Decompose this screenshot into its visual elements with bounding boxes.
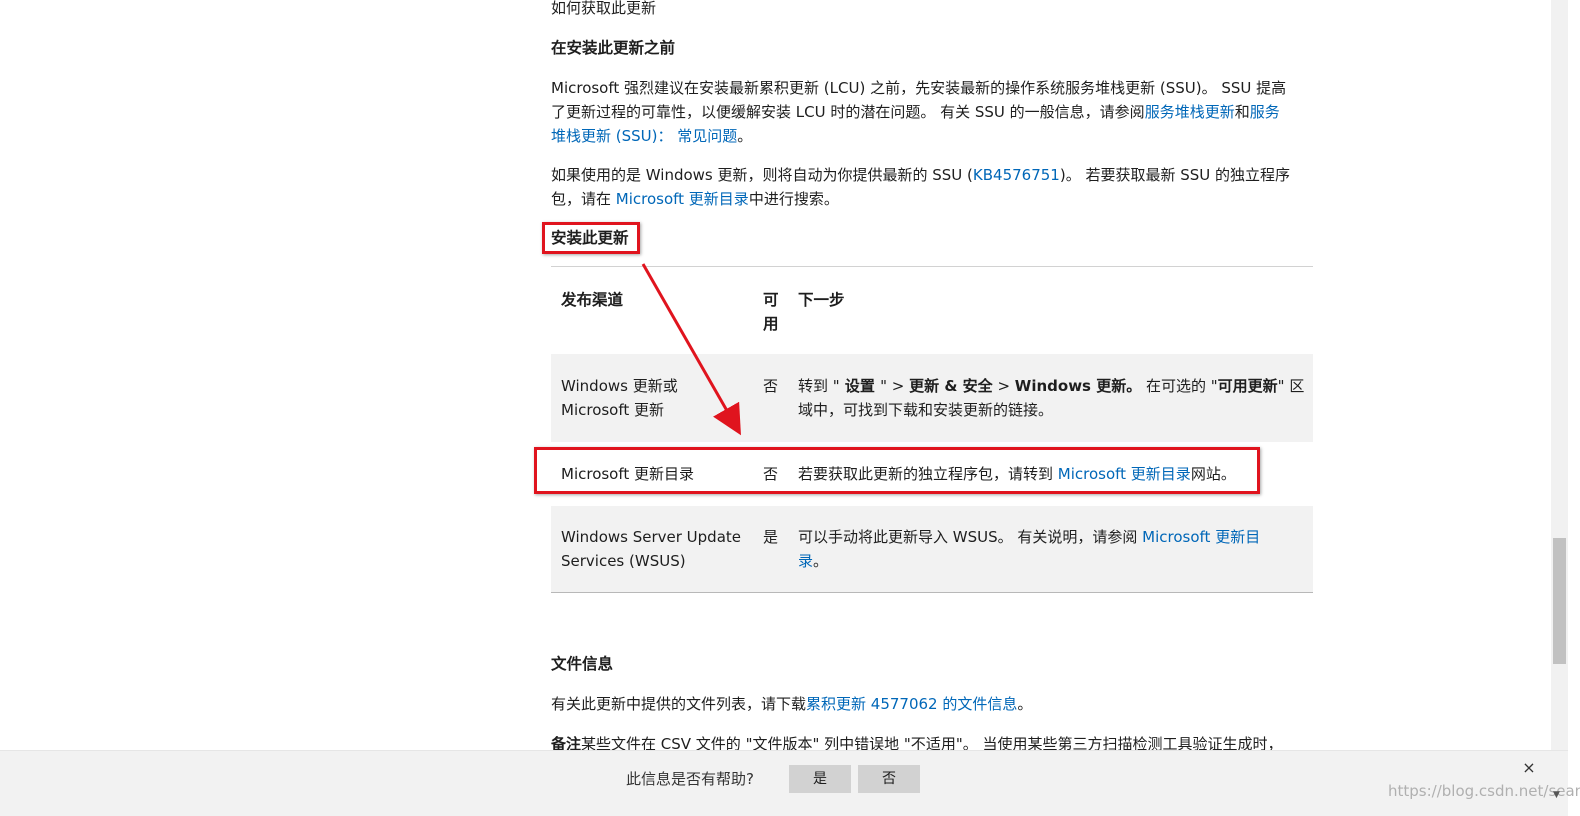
- scrollbar-thumb[interactable]: [1553, 538, 1566, 664]
- close-icon[interactable]: ×: [1520, 759, 1538, 777]
- right-margin: [1568, 0, 1580, 816]
- feedback-bar: 此信息是否有帮助? 是 否 ×: [0, 750, 1568, 816]
- file-info-heading: 文件信息: [551, 655, 614, 673]
- scroll-down-arrow-icon[interactable]: ▼: [1553, 790, 1563, 800]
- file-info-link[interactable]: 累积更新 4577062 的文件信息: [806, 695, 1017, 713]
- feedback-question: 此信息是否有帮助?: [626, 770, 754, 788]
- feedback-yes-button[interactable]: 是: [789, 765, 851, 793]
- file-info-paragraph: 有关此更新中提供的文件列表，请下载累积更新 4577062 的文件信息。: [551, 695, 1033, 713]
- scrollbar-track[interactable]: [1551, 0, 1568, 816]
- feedback-no-button[interactable]: 否: [858, 765, 920, 793]
- watermark-text: https://blog.csdn.net/sean908: [1388, 782, 1580, 800]
